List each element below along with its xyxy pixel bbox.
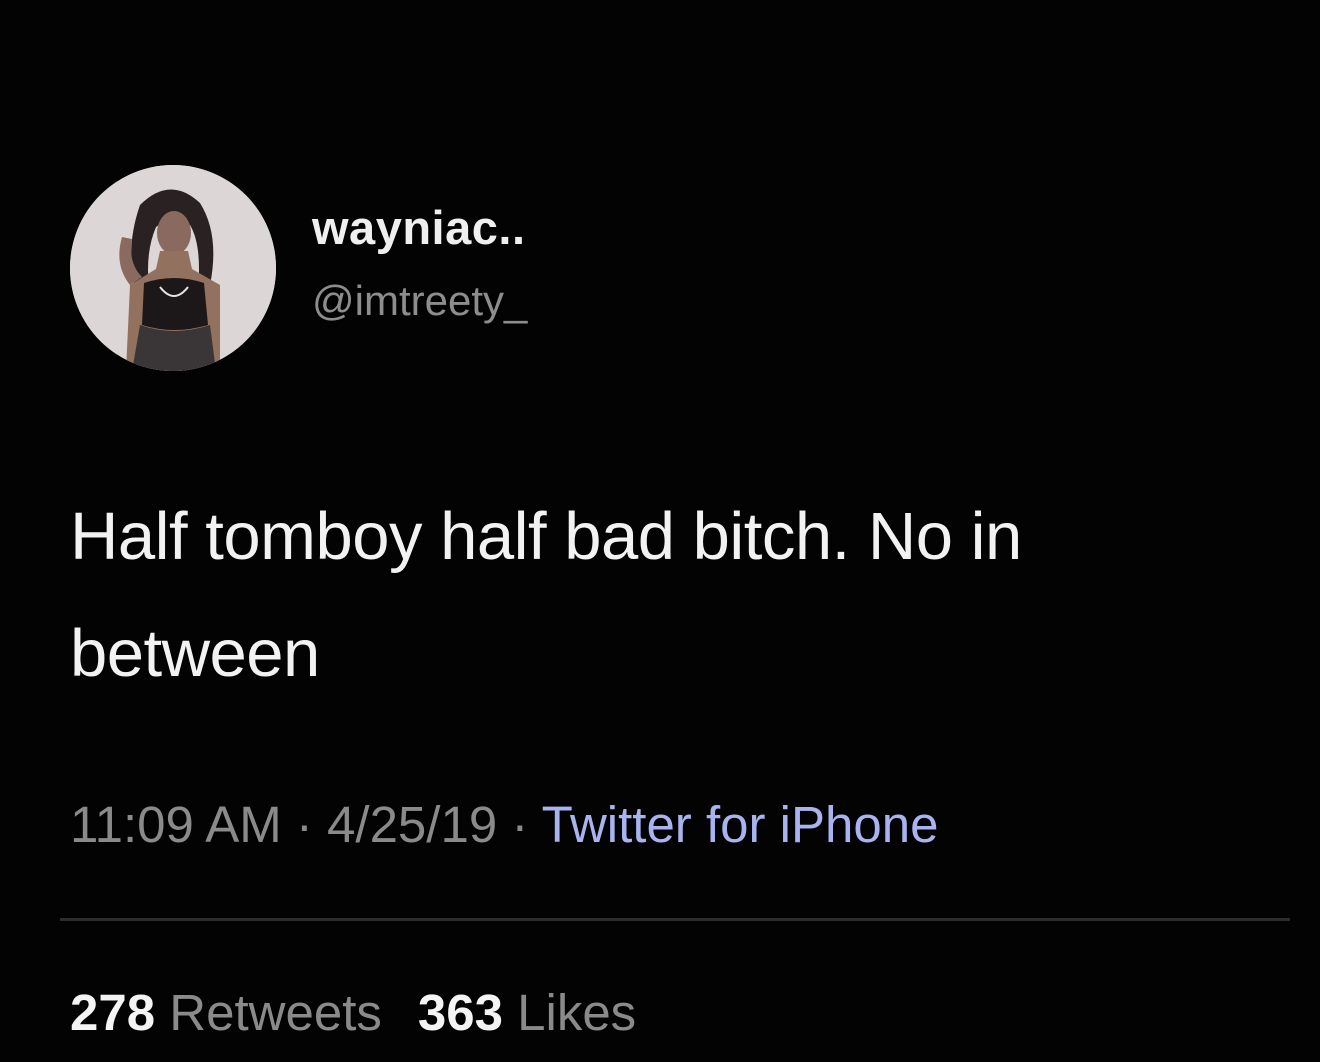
meta-separator: ·: [295, 796, 313, 853]
meta-separator: ·: [511, 796, 529, 853]
avatar-photo: [70, 165, 276, 371]
tweet-source-link[interactable]: Twitter for iPhone: [542, 796, 939, 853]
tweet-meta: 11:09 AM · 4/25/19 · Twitter for iPhone: [70, 795, 938, 854]
tweet-stats: 278 Retweets 363 Likes: [70, 983, 636, 1042]
likes-stat[interactable]: 363 Likes: [418, 984, 636, 1041]
tweet-text: Half tomboy half bad bitch. No in betwee…: [70, 499, 1022, 691]
display-name[interactable]: wayniac..: [312, 200, 526, 255]
tweet-time: 11:09 AM: [70, 796, 282, 853]
retweets-stat[interactable]: 278 Retweets: [70, 984, 382, 1041]
retweets-label: Retweets: [169, 984, 382, 1041]
tweet-card: wayniac.. @imtreety_ Half tomboy half ba…: [0, 0, 1320, 1062]
tweet-date: 4/25/19: [327, 796, 498, 853]
divider: [60, 918, 1290, 921]
avatar[interactable]: [70, 165, 276, 371]
retweets-count: 278: [70, 984, 156, 1041]
user-handle[interactable]: @imtreety_: [312, 277, 527, 325]
likes-count: 363: [417, 984, 503, 1041]
likes-label: Likes: [517, 984, 637, 1041]
